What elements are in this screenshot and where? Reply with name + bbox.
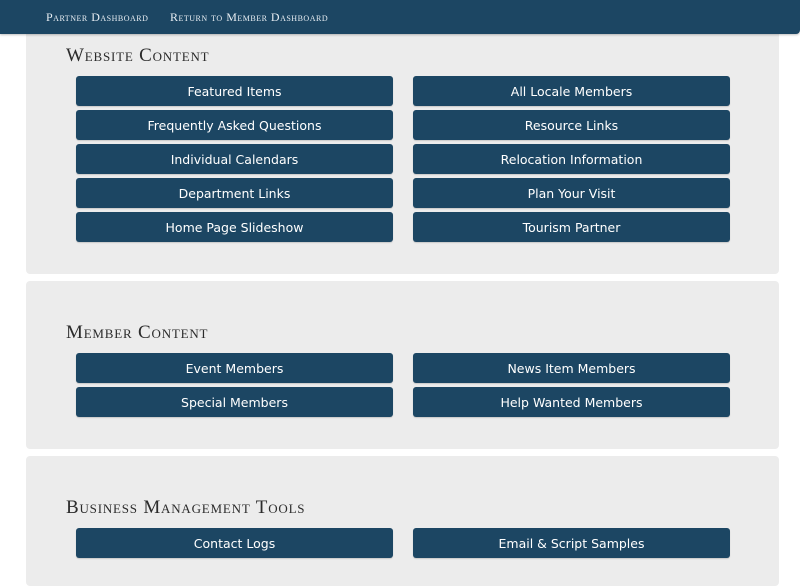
- website-content-panel: Website Content Featured Items All Local…: [26, 26, 779, 274]
- individual-calendars-button[interactable]: Individual Calendars: [76, 144, 393, 174]
- event-members-button[interactable]: Event Members: [76, 353, 393, 383]
- section-title-business-management-tools: Business Management Tools: [66, 497, 306, 518]
- all-locale-members-button[interactable]: All Locale Members: [413, 76, 730, 106]
- plan-your-visit-button[interactable]: Plan Your Visit: [413, 178, 730, 208]
- email-script-samples-button[interactable]: Email & Script Samples: [413, 528, 730, 558]
- top-navbar: Partner Dashboard Return to Member Dashb…: [0, 0, 800, 34]
- business-management-tools-panel: Business Management Tools Contact Logs E…: [26, 456, 779, 586]
- member-content-buttons: Event Members News Item Members Special …: [76, 353, 730, 417]
- nav-partner-dashboard[interactable]: Partner Dashboard: [46, 10, 148, 25]
- website-content-buttons: Featured Items All Locale Members Freque…: [76, 76, 730, 242]
- tourism-partner-button[interactable]: Tourism Partner: [413, 212, 730, 242]
- featured-items-button[interactable]: Featured Items: [76, 76, 393, 106]
- department-links-button[interactable]: Department Links: [76, 178, 393, 208]
- home-page-slideshow-button[interactable]: Home Page Slideshow: [76, 212, 393, 242]
- special-members-button[interactable]: Special Members: [76, 387, 393, 417]
- section-title-website-content: Website Content: [66, 45, 210, 66]
- business-management-tools-buttons: Contact Logs Email & Script Samples: [76, 528, 730, 558]
- contact-logs-button[interactable]: Contact Logs: [76, 528, 393, 558]
- member-content-panel: Member Content Event Members News Item M…: [26, 281, 779, 449]
- news-item-members-button[interactable]: News Item Members: [413, 353, 730, 383]
- faq-button[interactable]: Frequently Asked Questions: [76, 110, 393, 140]
- nav-return-to-member-dashboard[interactable]: Return to Member Dashboard: [170, 10, 328, 25]
- resource-links-button[interactable]: Resource Links: [413, 110, 730, 140]
- help-wanted-members-button[interactable]: Help Wanted Members: [413, 387, 730, 417]
- section-title-member-content: Member Content: [66, 322, 209, 343]
- relocation-information-button[interactable]: Relocation Information: [413, 144, 730, 174]
